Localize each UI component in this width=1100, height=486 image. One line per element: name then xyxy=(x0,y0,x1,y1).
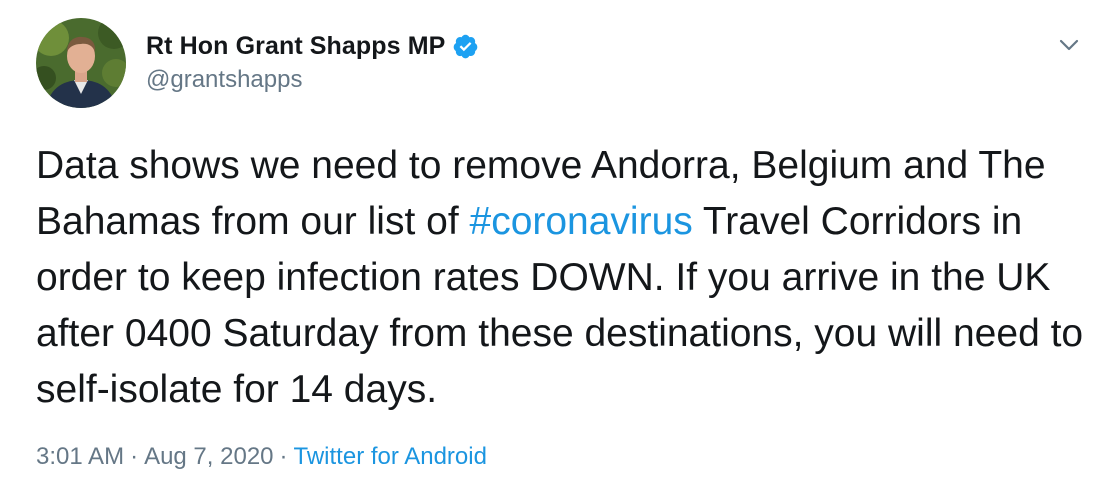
tweet-date[interactable]: Aug 7, 2020 xyxy=(144,443,273,470)
display-name[interactable]: Rt Hon Grant Shapps MP xyxy=(146,32,445,61)
avatar[interactable] xyxy=(36,18,126,108)
tweet-time[interactable]: 3:01 AM xyxy=(36,443,124,470)
verified-badge-icon xyxy=(452,33,479,60)
author-block: Rt Hon Grant Shapps MP @grantshapps xyxy=(146,30,479,94)
user-handle[interactable]: @grantshapps xyxy=(146,66,479,94)
name-row: Rt Hon Grant Shapps MP xyxy=(146,30,479,62)
tweet-text: Data shows we need to remove Andorra, Be… xyxy=(36,138,1086,418)
tweet-source-link[interactable]: Twitter for Android xyxy=(294,443,487,470)
chevron-down-icon[interactable] xyxy=(1054,30,1084,60)
tweet-meta: 3:01 AM · Aug 7, 2020 · Twitter for Android xyxy=(36,443,487,471)
tweet-card: Rt Hon Grant Shapps MP @grantshapps Data… xyxy=(0,0,1100,486)
meta-separator: · xyxy=(130,443,139,470)
hashtag-link[interactable]: #coronavirus xyxy=(470,200,693,243)
meta-separator: · xyxy=(279,443,288,470)
profile-photo xyxy=(36,18,126,108)
